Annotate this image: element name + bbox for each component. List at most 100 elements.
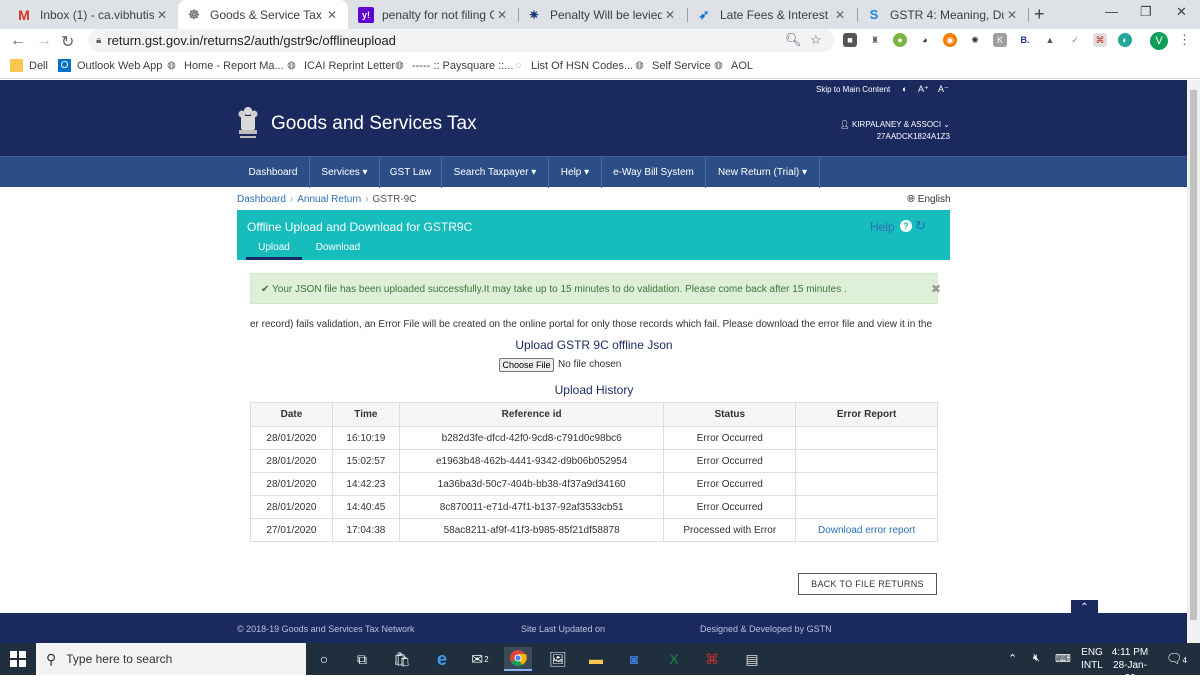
extension-gear-icon[interactable]: ✺ <box>968 33 982 47</box>
extension-green-icon[interactable]: ● <box>893 33 907 47</box>
new-tab-icon[interactable]: + <box>1034 4 1045 25</box>
page-scrollbar[interactable] <box>1187 80 1200 643</box>
tab-penalty[interactable]: ✷ Penalty Will be levied for No ✕ <box>518 0 686 29</box>
font-increase-button[interactable]: A⁺ <box>918 84 929 95</box>
input-language[interactable]: ENG INTL <box>1079 646 1105 672</box>
bookmark-home-report[interactable]: ◍ Home - Report Ma... <box>165 59 284 72</box>
nav-label: New Return (Trial) <box>717 167 800 178</box>
address-bar[interactable]: 🔒︎ return.gst.gov.in/returns2/auth/gstr9… <box>88 29 834 52</box>
minimize-icon[interactable]: — <box>1105 4 1118 19</box>
file-status: No file chosen <box>558 359 622 370</box>
close-tab-icon[interactable]: ✕ <box>324 8 340 22</box>
taskbar-search[interactable]: ⚲ Type here to search <box>36 643 306 675</box>
close-tab-icon[interactable]: ✕ <box>832 8 848 22</box>
extension-teal-icon[interactable]: ◐ <box>1118 33 1132 47</box>
chrome-menu-icon[interactable]: ⋮ <box>1178 32 1191 48</box>
tab-yahoo[interactable]: y! penalty for not filing GSTR 1 ✕ <box>350 0 518 29</box>
nav-services[interactable]: Services ▾ <box>310 157 380 188</box>
nav-gst-law[interactable]: GST Law <box>380 157 442 188</box>
chrome-icon[interactable] <box>504 647 532 671</box>
close-tab-icon[interactable]: ✕ <box>494 8 510 22</box>
breadcrumb-annual-return[interactable]: Annual Return <box>297 194 361 205</box>
forward-arrow-icon[interactable]: → <box>36 32 52 50</box>
zoom-search-icon[interactable]: 🔍︎ <box>785 32 802 48</box>
extension-orange-icon[interactable]: ◉ <box>943 33 957 47</box>
gst-icon: ☸ <box>188 6 200 22</box>
extension-b-icon[interactable]: B. <box>1018 33 1032 47</box>
bookmark-icai[interactable]: ◍ ICAI Reprint Letter <box>285 59 395 72</box>
bookmark-aol[interactable]: ◍ AOL <box>712 59 753 72</box>
back-to-file-returns-button[interactable]: BACK TO FILE RETURNS <box>798 573 937 595</box>
user-menu[interactable]: 👤︎ KIRPALANEY & ASSOCI ⌄ 27AADCK1824A1Z3 <box>840 119 950 143</box>
extension-drive-icon[interactable]: ▲ <box>1043 33 1057 47</box>
edge-icon[interactable]: e <box>428 647 456 671</box>
globe-icon: ◍ <box>167 60 176 71</box>
help-link[interactable]: Help <box>870 220 895 234</box>
scrollbar-thumb[interactable] <box>1190 90 1197 620</box>
nav-new-return[interactable]: New Return (Trial) ▾ <box>706 157 820 188</box>
mail-icon[interactable]: ✉ 2 <box>466 647 494 671</box>
help-question-icon[interactable]: ? <box>900 220 912 232</box>
cell-report <box>795 495 938 519</box>
bookmark-self-service[interactable]: ◍ Self Service <box>633 59 711 72</box>
file-explorer-icon[interactable]: ▬ <box>582 647 610 671</box>
acrobat-icon[interactable]: ⌘ <box>698 647 726 671</box>
bookmark-hsn[interactable]: ◌ List Of HSN Codes... <box>512 59 634 72</box>
bookmark-dell[interactable]: ▬ Dell <box>10 59 48 72</box>
profile-avatar[interactable]: V <box>1150 32 1168 50</box>
close-window-icon[interactable]: ✕ <box>1176 4 1187 20</box>
store-icon[interactable]: 🛍︎ <box>388 647 416 671</box>
tab-upload[interactable]: Upload <box>246 238 302 260</box>
extension-leaf-icon[interactable]: ✓ <box>1068 33 1082 47</box>
scroll-to-top-icon[interactable]: ⌃ <box>1071 600 1098 614</box>
back-arrow-icon[interactable]: ← <box>10 32 26 50</box>
refresh-icon[interactable]: ↻ <box>915 218 926 234</box>
cortana-icon[interactable]: ○ <box>310 647 338 671</box>
notepad-icon[interactable]: ▤ <box>738 647 766 671</box>
bookmark-star-icon[interactable]: ☆ <box>810 32 822 48</box>
tab-download[interactable]: Download <box>309 238 367 260</box>
nav-search-taxpayer[interactable]: Search Taxpayer ▾ <box>442 157 549 188</box>
cell-date: 28/01/2020 <box>250 472 333 496</box>
tray-chevron-icon[interactable]: ⌃ <box>1008 652 1017 665</box>
site-title: Goods and Services Tax <box>271 113 477 134</box>
skip-link[interactable]: Skip to Main Content <box>816 85 890 94</box>
outlook-taskbar-icon[interactable]: ◙ <box>620 647 648 671</box>
nav-help[interactable]: Help ▾ <box>549 157 602 188</box>
extension-pdf-icon[interactable]: ⌘ <box>1093 33 1107 47</box>
maximize-icon[interactable]: ❐ <box>1140 4 1152 20</box>
extension-shield-icon[interactable]: ♜ <box>868 33 882 47</box>
tab-gmail[interactable]: M Inbox (1) - ca.vibhutisanadhy ✕ <box>8 0 178 29</box>
bookmark-paysquare[interactable]: ◍ ----- :: Paysquare ::... <box>393 59 513 72</box>
extension-cube-icon[interactable]: ■ <box>843 33 857 47</box>
excel-icon[interactable]: X <box>660 647 688 671</box>
breadcrumb-dashboard[interactable]: Dashboard <box>237 194 286 205</box>
info-text: er record) fails validation, an Error Fi… <box>250 319 933 330</box>
close-alert-icon[interactable]: ✖ <box>931 282 941 296</box>
photos-icon[interactable]: 🖼︎ <box>544 647 572 671</box>
contrast-icon[interactable]: ◐ <box>902 84 907 94</box>
volume-icon[interactable]: 🔇︎ <box>1033 652 1040 665</box>
system-clock[interactable]: 4:11 PM 28-Jan-20 <box>1109 646 1151 685</box>
download-error-report-link[interactable]: Download error report <box>818 525 915 536</box>
notification-icon[interactable]: 🗨︎4 <box>1166 651 1187 667</box>
tab-late-fees[interactable]: ➶ Late Fees & Interest on GST R ✕ <box>688 0 856 29</box>
close-tab-icon[interactable]: ✕ <box>662 8 678 22</box>
bookmark-outlook[interactable]: O Outlook Web App <box>58 59 162 72</box>
start-button[interactable] <box>0 643 36 675</box>
caret-down-icon: ▾ <box>584 167 590 178</box>
task-view-icon[interactable]: ⧉ <box>348 647 376 671</box>
reload-icon[interactable]: ↻ <box>61 32 74 52</box>
nav-eway-bill[interactable]: e-Way Bill System <box>602 157 706 188</box>
extension-k-icon[interactable]: K <box>993 33 1007 47</box>
tab-gst[interactable]: ☸ Goods & Service Tax (GST) | U ✕ <box>178 0 348 29</box>
font-decrease-button[interactable]: A⁻ <box>938 84 949 95</box>
language-selector[interactable]: 🌐︎ English <box>907 194 951 205</box>
tab-gstr4[interactable]: S GSTR 4: Meaning, Due dates ✕ <box>858 0 1028 29</box>
keyboard-icon[interactable]: ⌨ <box>1055 652 1071 665</box>
extension-circle-icon[interactable]: ◕ <box>918 33 932 47</box>
nav-dashboard[interactable]: Dashboard <box>237 157 310 188</box>
choose-file-button[interactable]: Choose File <box>499 358 554 372</box>
close-tab-icon[interactable]: ✕ <box>1004 8 1020 22</box>
close-tab-icon[interactable]: ✕ <box>154 8 170 22</box>
